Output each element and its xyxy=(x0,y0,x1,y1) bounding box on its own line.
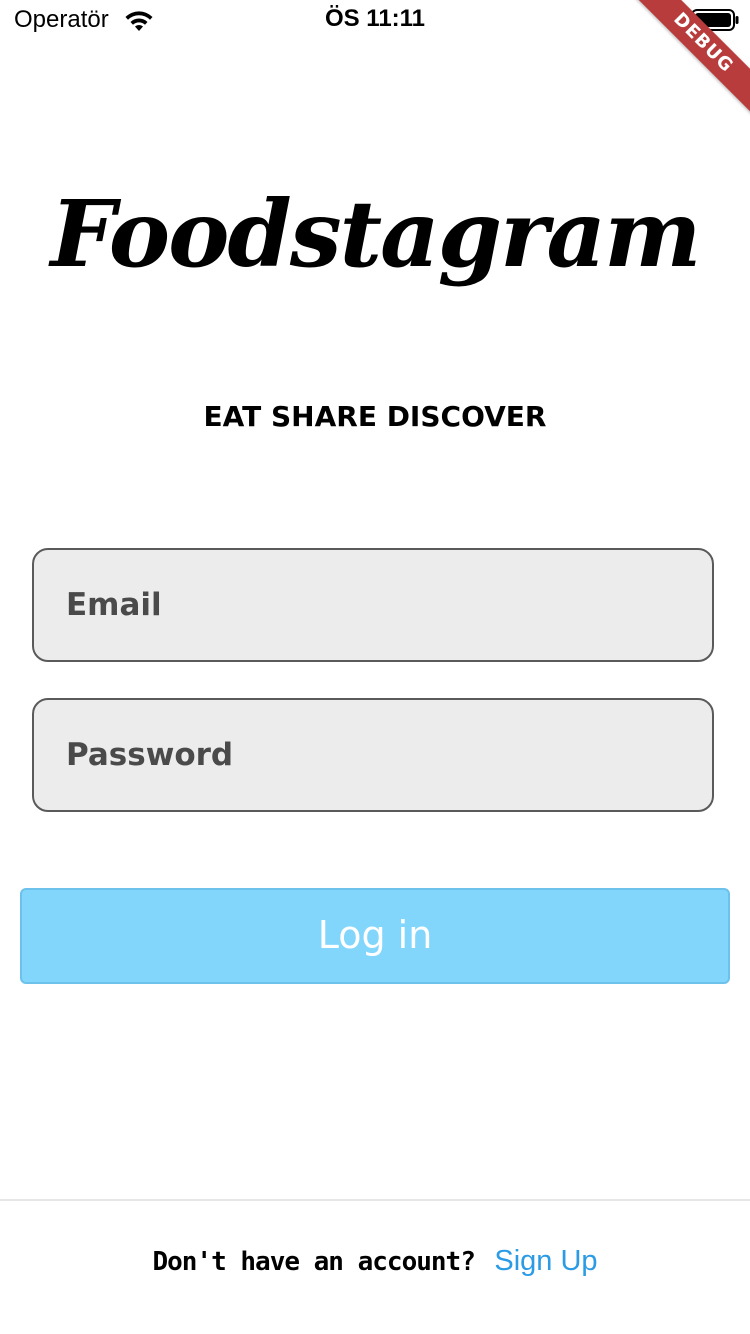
email-field[interactable] xyxy=(34,550,712,660)
debug-banner: DEBUG xyxy=(630,0,750,120)
debug-ribbon-label: DEBUG xyxy=(632,0,750,114)
signup-question: Don't have an account? xyxy=(152,1247,475,1277)
app-logo: Foodstagram xyxy=(50,180,702,288)
footer-divider xyxy=(0,1199,750,1201)
password-field[interactable] xyxy=(34,700,712,810)
email-field-container[interactable] xyxy=(32,548,714,662)
password-field-container[interactable] xyxy=(32,698,714,812)
signup-link[interactable]: Sign Up xyxy=(494,1245,597,1277)
signup-row: Don't have an account? Sign Up xyxy=(0,1245,750,1278)
app-tagline: EAT SHARE DISCOVER xyxy=(203,400,547,433)
login-button[interactable]: Log in xyxy=(20,888,730,984)
